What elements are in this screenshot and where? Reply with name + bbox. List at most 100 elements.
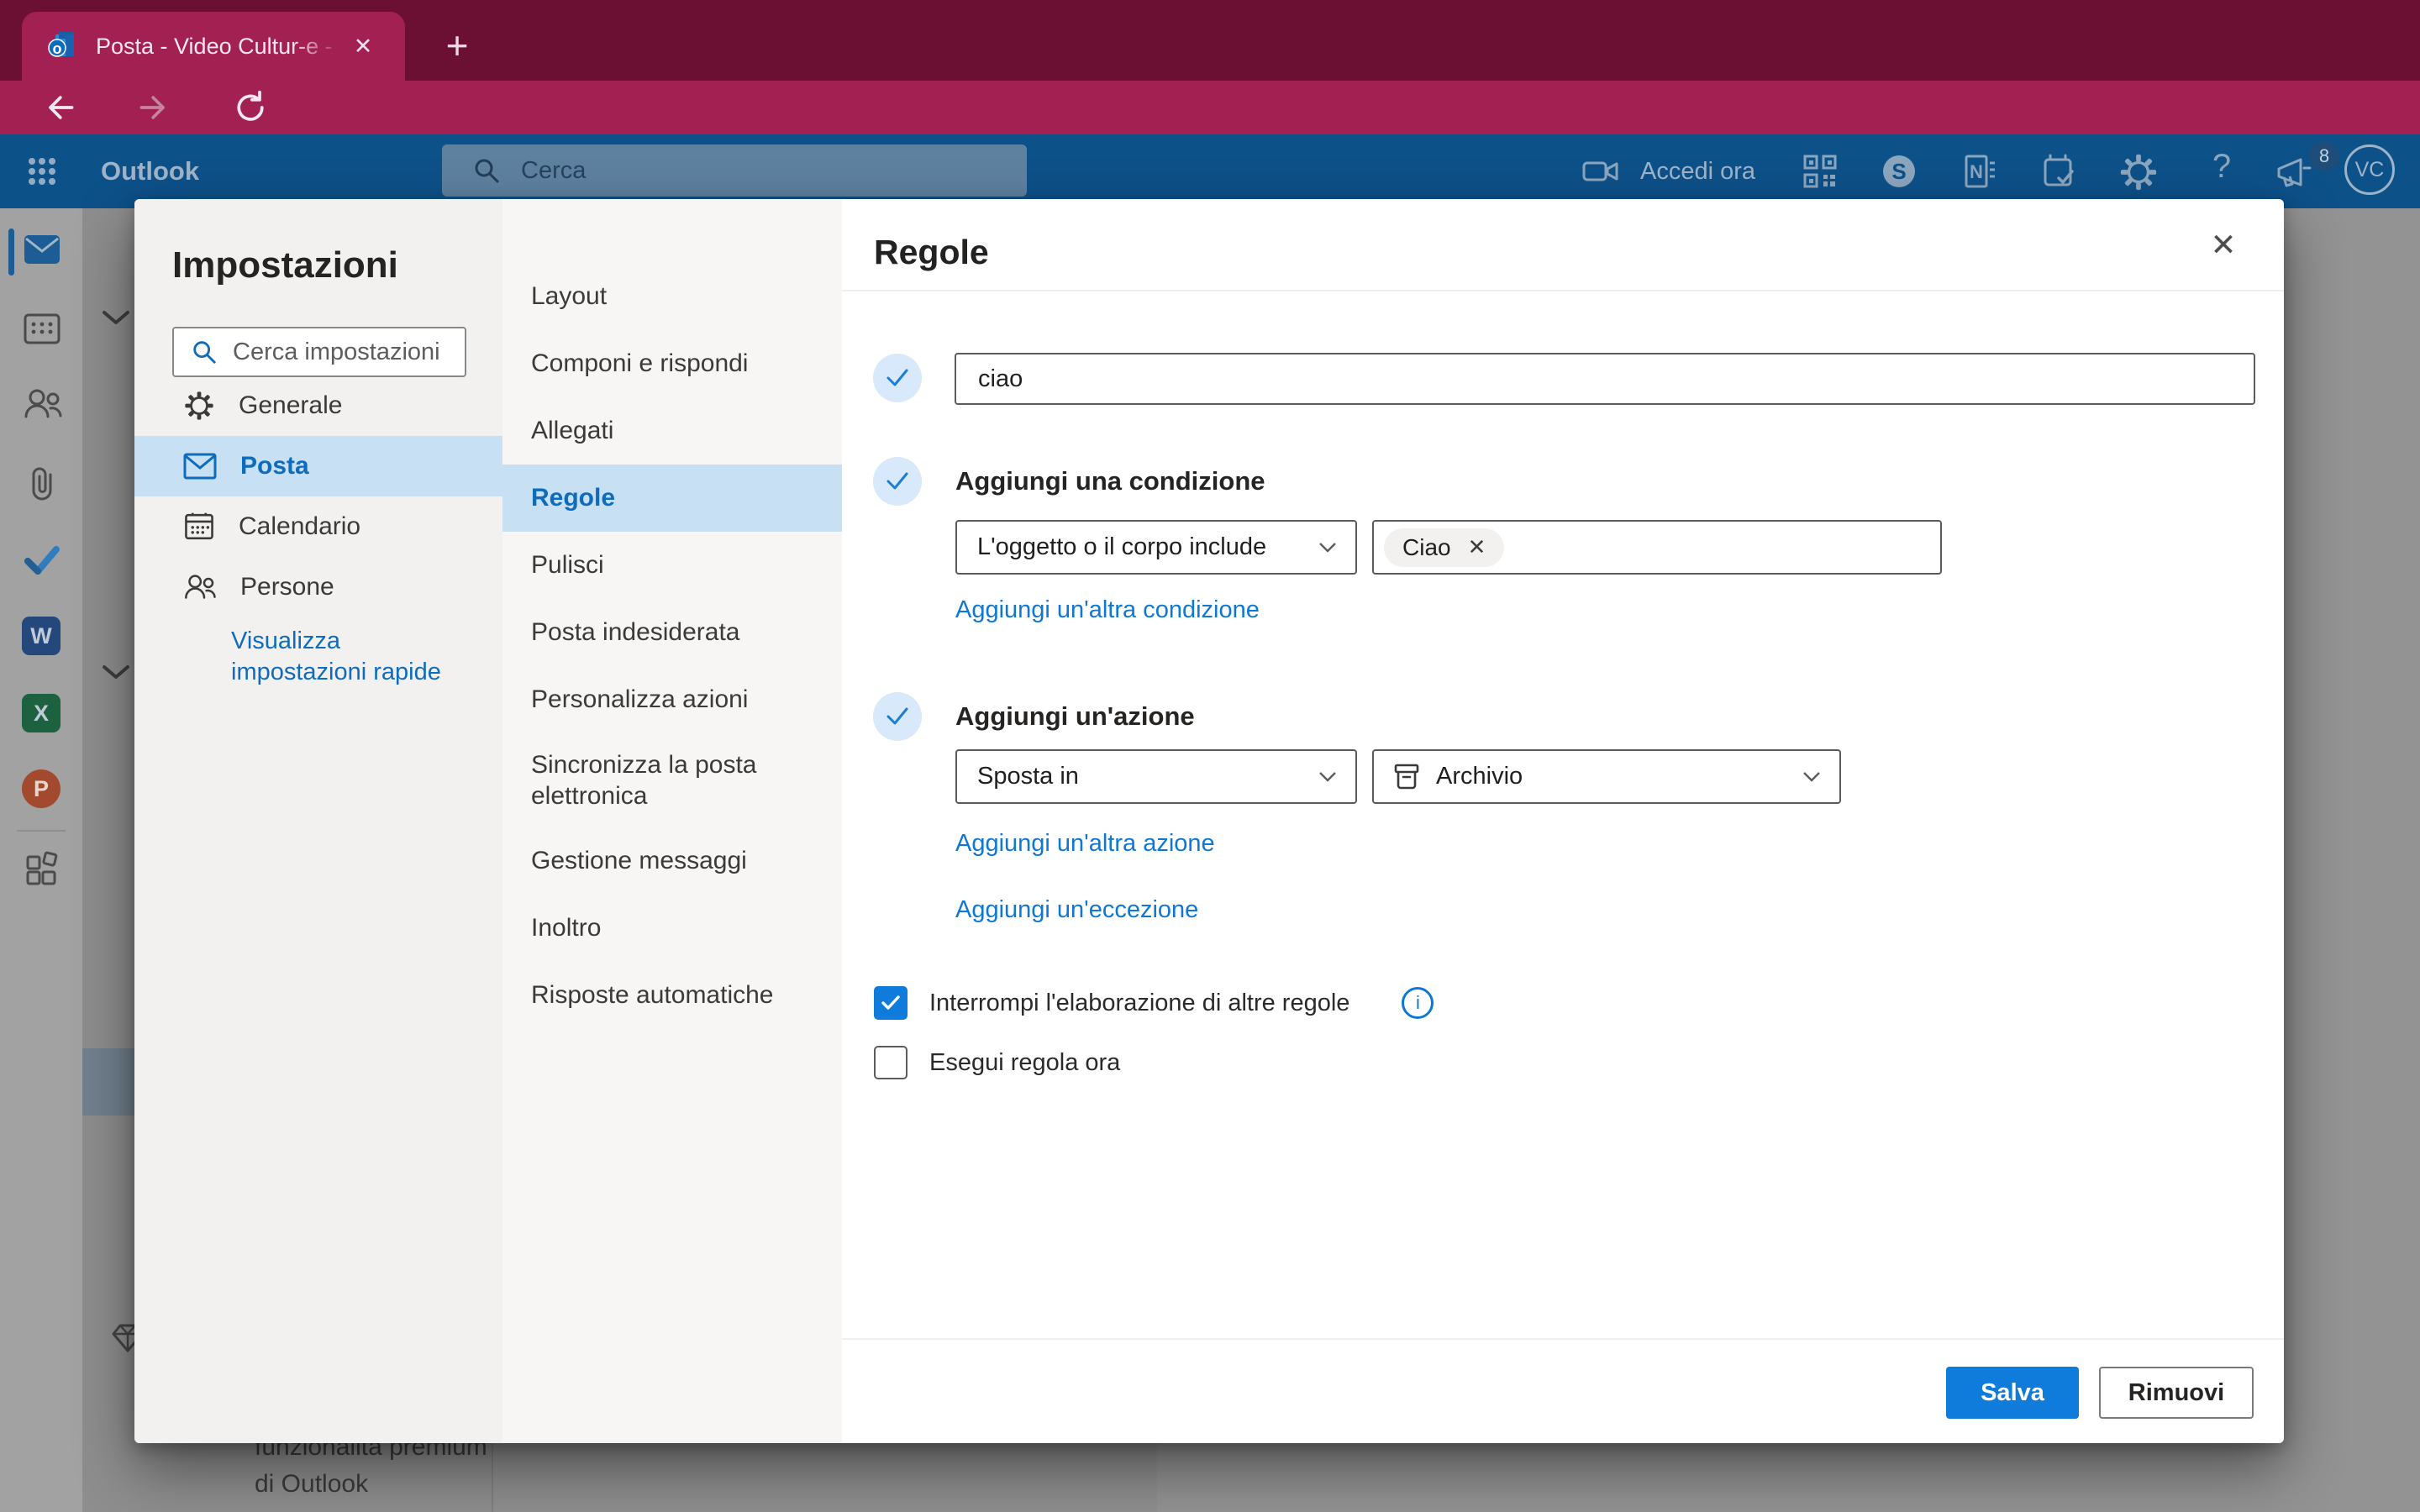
header-search-box[interactable] xyxy=(442,144,1027,197)
back-button-icon[interactable] xyxy=(40,89,77,126)
chevron-down-icon[interactable] xyxy=(99,662,133,682)
category-label: Calendario xyxy=(239,512,360,541)
app-title: Outlook xyxy=(101,156,199,186)
word-app-icon[interactable]: W xyxy=(22,617,60,655)
settings-search-box[interactable] xyxy=(172,327,466,377)
section-personalizza-azioni[interactable]: Personalizza azioni xyxy=(502,666,842,733)
run-rule-row: Esegui regola ora xyxy=(874,1046,1120,1079)
settings-section-column: Layout Componi e rispondi Allegati Regol… xyxy=(502,199,842,1443)
rule-name-check-icon xyxy=(873,354,922,402)
condition-select-value: L'oggetto o il corpo include xyxy=(977,533,1266,561)
section-pulisci[interactable]: Pulisci xyxy=(502,532,842,599)
header-search-input[interactable] xyxy=(519,156,943,186)
svg-text:S: S xyxy=(1891,159,1906,184)
action-select[interactable]: Sposta in xyxy=(955,749,1357,804)
reload-button-icon[interactable] xyxy=(232,89,269,126)
section-allegati[interactable]: Allegati xyxy=(502,397,842,465)
chevron-down-icon[interactable] xyxy=(99,307,133,328)
calendar-module-icon[interactable] xyxy=(23,311,60,348)
run-rule-checkbox[interactable] xyxy=(874,1046,908,1079)
close-icon[interactable]: ✕ xyxy=(2202,223,2245,266)
browser-tab[interactable]: o Posta - Video Cultur-e - Outloo ✕ xyxy=(22,12,405,81)
add-action-link[interactable]: Aggiungi un'altra azione xyxy=(955,830,1215,858)
qr-code-icon[interactable] xyxy=(1802,153,1839,190)
settings-title: Impostazioni xyxy=(172,244,398,286)
stop-processing-label: Interrompi l'elaborazione di altre regol… xyxy=(929,990,1349,1017)
remove-button[interactable]: Rimuovi xyxy=(2099,1367,2254,1419)
category-posta[interactable]: Posta xyxy=(134,436,502,496)
run-rule-label: Esegui regola ora xyxy=(929,1049,1120,1077)
attachments-module-icon[interactable] xyxy=(23,465,60,501)
person-icon xyxy=(183,571,217,603)
header-divider xyxy=(842,290,2284,291)
browser-toolbar: outlook.live.com/mail/0/options/mail/rul… xyxy=(0,81,2420,134)
category-label: Persone xyxy=(240,573,334,601)
meet-camera-icon[interactable] xyxy=(1581,153,1618,190)
section-regole[interactable]: Regole xyxy=(502,465,842,532)
condition-value-field[interactable]: Ciao ✕ xyxy=(1372,520,1942,575)
powerpoint-app-icon[interactable]: P xyxy=(22,769,60,808)
category-label: Generale xyxy=(239,391,342,420)
footer-divider xyxy=(842,1338,2284,1340)
category-calendario[interactable]: Calendario xyxy=(134,496,502,557)
condition-check-icon xyxy=(873,457,922,506)
save-button[interactable]: Salva xyxy=(1946,1367,2079,1419)
skype-icon[interactable]: S xyxy=(1881,153,1918,190)
section-posta-indesiderata[interactable]: Posta indesiderata xyxy=(502,599,842,666)
onenote-icon[interactable]: N xyxy=(1961,153,1998,190)
mail-module-icon[interactable] xyxy=(23,234,60,270)
rail-divider xyxy=(17,830,66,832)
condition-select[interactable]: L'oggetto o il corpo include xyxy=(955,520,1357,575)
add-exception-link[interactable]: Aggiungi un'eccezione xyxy=(955,896,1198,924)
rules-panel: Regole ✕ Aggiungi una condizione L'ogget… xyxy=(842,199,2284,1443)
stop-processing-checkbox[interactable] xyxy=(874,986,908,1020)
whats-new-megaphone-icon[interactable] xyxy=(2274,153,2311,190)
archive-icon xyxy=(1394,764,1419,790)
sign-in-link[interactable]: Accedi ora xyxy=(1640,158,1755,186)
outlook-header: Outlook Accedi ora S N ? 8 xyxy=(0,134,2420,208)
stop-processing-row: Interrompi l'elaborazione di altre regol… xyxy=(874,986,1434,1020)
app-launcher-icon[interactable] xyxy=(24,153,60,190)
rule-name-input[interactable] xyxy=(955,353,2255,405)
todo-tasks-icon[interactable] xyxy=(2040,153,2077,190)
section-componi-e-rispondi[interactable]: Componi e rispondi xyxy=(502,330,842,397)
excel-app-icon[interactable]: X xyxy=(22,694,60,732)
section-layout[interactable]: Layout xyxy=(502,263,842,330)
new-tab-button[interactable]: + xyxy=(434,22,481,69)
chevron-down-icon xyxy=(1318,542,1337,553)
premium-upsell-line2: di Outlook xyxy=(255,1470,368,1499)
info-icon[interactable]: i xyxy=(1402,987,1434,1019)
forward-button-icon[interactable] xyxy=(136,89,173,126)
quick-settings-link[interactable]: Visualizza impostazioni rapide xyxy=(231,626,476,688)
account-avatar[interactable]: VC xyxy=(2344,144,2395,195)
category-persone[interactable]: Persone xyxy=(134,557,502,617)
rail-selection-indicator xyxy=(8,228,14,276)
help-icon[interactable]: ? xyxy=(2203,148,2240,185)
todo-module-icon[interactable] xyxy=(23,543,60,580)
people-module-icon[interactable] xyxy=(23,386,60,423)
chevron-down-icon xyxy=(1318,771,1337,782)
gear-icon xyxy=(183,390,215,422)
action-heading: Aggiungi un'azione xyxy=(955,701,1195,732)
settings-dialog: Impostazioni Generale Po xyxy=(134,199,2284,1443)
svg-text:o: o xyxy=(53,40,62,57)
more-apps-icon[interactable] xyxy=(23,850,60,887)
section-sincronizza-posta[interactable]: Sincronizza la posta elettronica xyxy=(502,733,842,827)
outlook-favicon-icon: o xyxy=(47,31,77,61)
add-condition-link[interactable]: Aggiungi un'altra condizione xyxy=(955,596,1260,624)
section-inoltro[interactable]: Inoltro xyxy=(502,895,842,962)
section-gestione-messaggi[interactable]: Gestione messaggi xyxy=(502,827,842,895)
tab-close-icon[interactable]: ✕ xyxy=(346,34,380,60)
settings-search-input[interactable] xyxy=(231,338,445,367)
mail-icon xyxy=(183,453,217,480)
section-risposte-automatiche[interactable]: Risposte automatiche xyxy=(502,962,842,1029)
settings-gear-icon[interactable] xyxy=(2119,153,2156,190)
action-select-value: Sposta in xyxy=(977,763,1079,790)
chevron-down-icon xyxy=(1802,771,1821,782)
panel-title: Regole xyxy=(874,233,989,272)
settings-nav-column: Impostazioni Generale Po xyxy=(134,199,502,1443)
condition-chip: Ciao ✕ xyxy=(1384,528,1504,567)
category-generale[interactable]: Generale xyxy=(134,375,502,436)
chip-remove-icon[interactable]: ✕ xyxy=(1468,534,1486,560)
action-folder-select[interactable]: Archivio xyxy=(1372,749,1841,804)
